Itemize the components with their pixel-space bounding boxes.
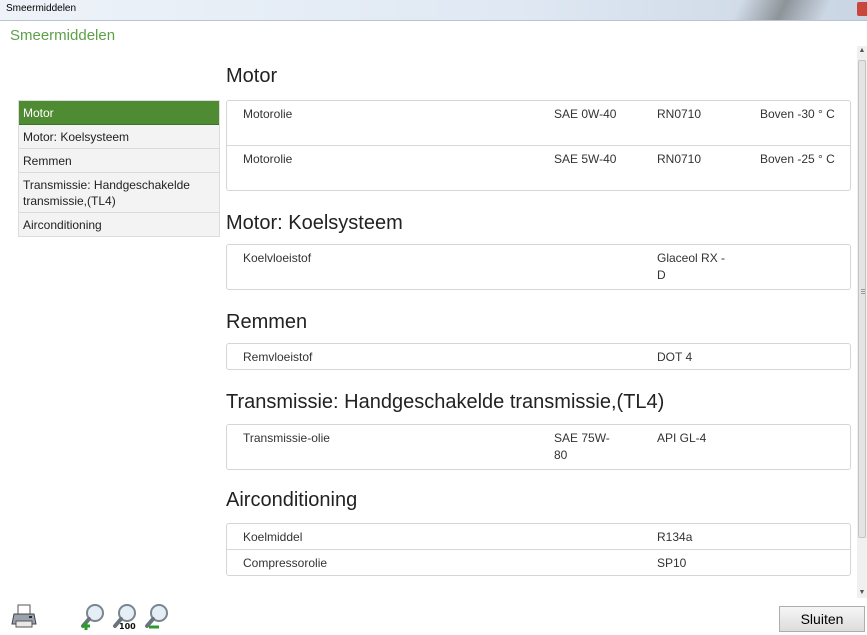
row-name: Remvloeistof bbox=[243, 350, 313, 364]
scrollbar-thumb[interactable] bbox=[858, 60, 866, 538]
row-code: RN0710 bbox=[657, 152, 702, 166]
section-table-airconditioning: Koelmiddel R134a Compressorolie SP10 bbox=[226, 523, 851, 576]
row-name: Koelvloeistof bbox=[243, 251, 312, 265]
zoom-100-icon[interactable]: 100 bbox=[111, 602, 139, 631]
sidebar-item-remmen[interactable]: Remmen bbox=[19, 149, 219, 173]
zoom-100-label: 100 bbox=[119, 622, 136, 630]
vertical-scrollbar[interactable]: ▲ ▼ bbox=[857, 46, 867, 598]
section-title-motor: Motor bbox=[226, 65, 278, 87]
row-name: Compressorolie bbox=[243, 556, 328, 570]
table-row: Motorolie SAE 5W-40 RN0710 Boven -25 ° C bbox=[227, 145, 850, 190]
zoom-in-icon[interactable] bbox=[79, 602, 107, 630]
table-row: Transmissie-olie SAE 75W-80 API GL-4 bbox=[227, 425, 850, 469]
row-spec: SAE 0W-40 bbox=[554, 107, 617, 121]
print-icon[interactable] bbox=[10, 602, 38, 630]
grip-icon bbox=[861, 289, 865, 290]
section-title-transmissie: Transmissie: Handgeschakelde transmissie… bbox=[226, 391, 665, 413]
table-row: Koelmiddel R134a bbox=[227, 524, 850, 549]
row-spec: SAE 5W-40 bbox=[554, 152, 617, 166]
sidebar-item-motor[interactable]: Motor bbox=[19, 101, 219, 125]
section-title-koelsysteem: Motor: Koelsysteem bbox=[226, 212, 403, 234]
section-table-remmen: Remvloeistof DOT 4 bbox=[226, 343, 851, 370]
bottom-toolbar: 100 bbox=[0, 598, 867, 632]
row-code: SP10 bbox=[657, 556, 687, 570]
section-table-transmissie: Transmissie-olie SAE 75W-80 API GL-4 bbox=[226, 424, 851, 470]
row-name: Motorolie bbox=[243, 107, 293, 121]
window-titlebar: Smeermiddelen bbox=[0, 0, 867, 21]
row-temperature: Boven -25 ° C bbox=[760, 152, 835, 166]
sidebar-item-airconditioning[interactable]: Airconditioning bbox=[19, 213, 219, 236]
row-spec: SAE 75W-80 bbox=[554, 431, 610, 462]
sidebar-item-transmissie[interactable]: Transmissie: Handgeschakelde transmissie… bbox=[19, 173, 219, 213]
window-close-icon[interactable] bbox=[857, 2, 867, 16]
row-temperature: Boven -30 ° C bbox=[760, 107, 835, 121]
scroll-down-arrow-icon[interactable]: ▼ bbox=[857, 588, 867, 598]
sidebar-nav: Motor Motor: Koelsysteem Remmen Transmis… bbox=[18, 100, 220, 237]
page-title: Smeermiddelen bbox=[10, 27, 116, 44]
titlebar-decoration bbox=[732, 0, 832, 20]
row-name: Koelmiddel bbox=[243, 530, 303, 544]
table-row: Koelvloeistof Glaceol RX -D bbox=[227, 245, 850, 289]
row-name: Motorolie bbox=[243, 152, 293, 166]
window-title: Smeermiddelen bbox=[6, 3, 77, 14]
row-code: R134a bbox=[657, 530, 693, 544]
table-row: Compressorolie SP10 bbox=[227, 549, 850, 575]
section-title-airconditioning: Airconditioning bbox=[226, 489, 358, 511]
section-table-motor: Motorolie SAE 0W-40 RN0710 Boven -30 ° C… bbox=[226, 100, 851, 191]
section-title-remmen: Remmen bbox=[226, 311, 308, 333]
row-code: RN0710 bbox=[657, 107, 702, 121]
section-table-koelsysteem: Koelvloeistof Glaceol RX -D bbox=[226, 244, 851, 290]
row-code: API GL-4 bbox=[657, 431, 707, 445]
row-code: DOT 4 bbox=[657, 350, 693, 364]
sidebar-item-motor-koelsysteem[interactable]: Motor: Koelsysteem bbox=[19, 125, 219, 149]
row-code: Glaceol RX -D bbox=[657, 251, 726, 282]
table-row: Remvloeistof DOT 4 bbox=[227, 344, 850, 369]
row-name: Transmissie-olie bbox=[243, 431, 330, 445]
table-row: Motorolie SAE 0W-40 RN0710 Boven -30 ° C bbox=[227, 101, 850, 145]
scroll-up-arrow-icon[interactable]: ▲ bbox=[857, 46, 867, 56]
zoom-out-icon[interactable] bbox=[143, 602, 171, 630]
close-button[interactable]: Sluiten bbox=[779, 606, 865, 632]
